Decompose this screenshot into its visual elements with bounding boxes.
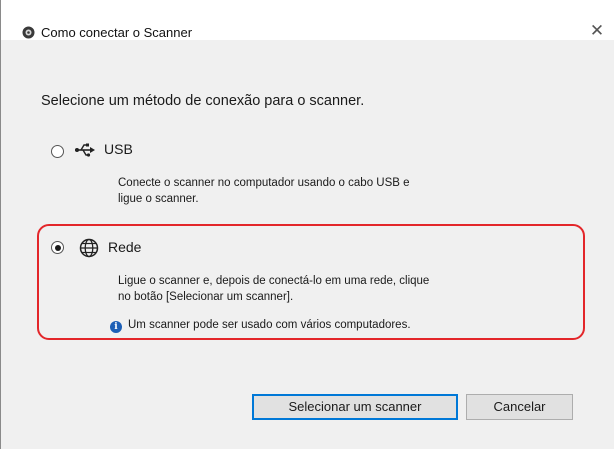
close-icon[interactable]: ✕ bbox=[584, 20, 610, 42]
description-line: Conecte o scanner no computador usando o… bbox=[118, 177, 410, 189]
scanner-app-icon bbox=[22, 26, 35, 39]
select-scanner-button[interactable]: Selecionar um scanner bbox=[252, 394, 458, 420]
usb-option-label: USB bbox=[104, 141, 133, 157]
usb-radio-button[interactable] bbox=[51, 145, 64, 158]
window-border bbox=[0, 0, 1, 449]
description-line: no botão [Selecionar um scanner]. bbox=[118, 291, 294, 303]
description-line: ligue o scanner. bbox=[118, 193, 199, 205]
usb-icon bbox=[75, 143, 95, 157]
cancel-button[interactable]: Cancelar bbox=[466, 394, 573, 420]
info-icon: i bbox=[110, 321, 122, 333]
network-option-description: Ligue o scanner e, depois de conectá-lo … bbox=[118, 273, 429, 305]
title-bar: Como conectar o Scanner ✕ bbox=[1, 0, 614, 40]
window-title: Como conectar o Scanner bbox=[41, 25, 193, 40]
globe-icon bbox=[79, 238, 99, 258]
description-line: Ligue o scanner e, depois de conectá-lo … bbox=[118, 275, 430, 287]
connect-scanner-dialog: Como conectar o Scanner ✕ Selecione um m… bbox=[0, 0, 614, 449]
network-option-label: Rede bbox=[108, 239, 142, 255]
connection-method-prompt: Selecione um método de conexão para o sc… bbox=[41, 93, 365, 109]
network-info-note: Um scanner pode ser usado com vários com… bbox=[128, 319, 411, 331]
network-radio-button[interactable] bbox=[51, 241, 64, 254]
usb-option-description: Conecte o scanner no computador usando o… bbox=[118, 175, 410, 207]
